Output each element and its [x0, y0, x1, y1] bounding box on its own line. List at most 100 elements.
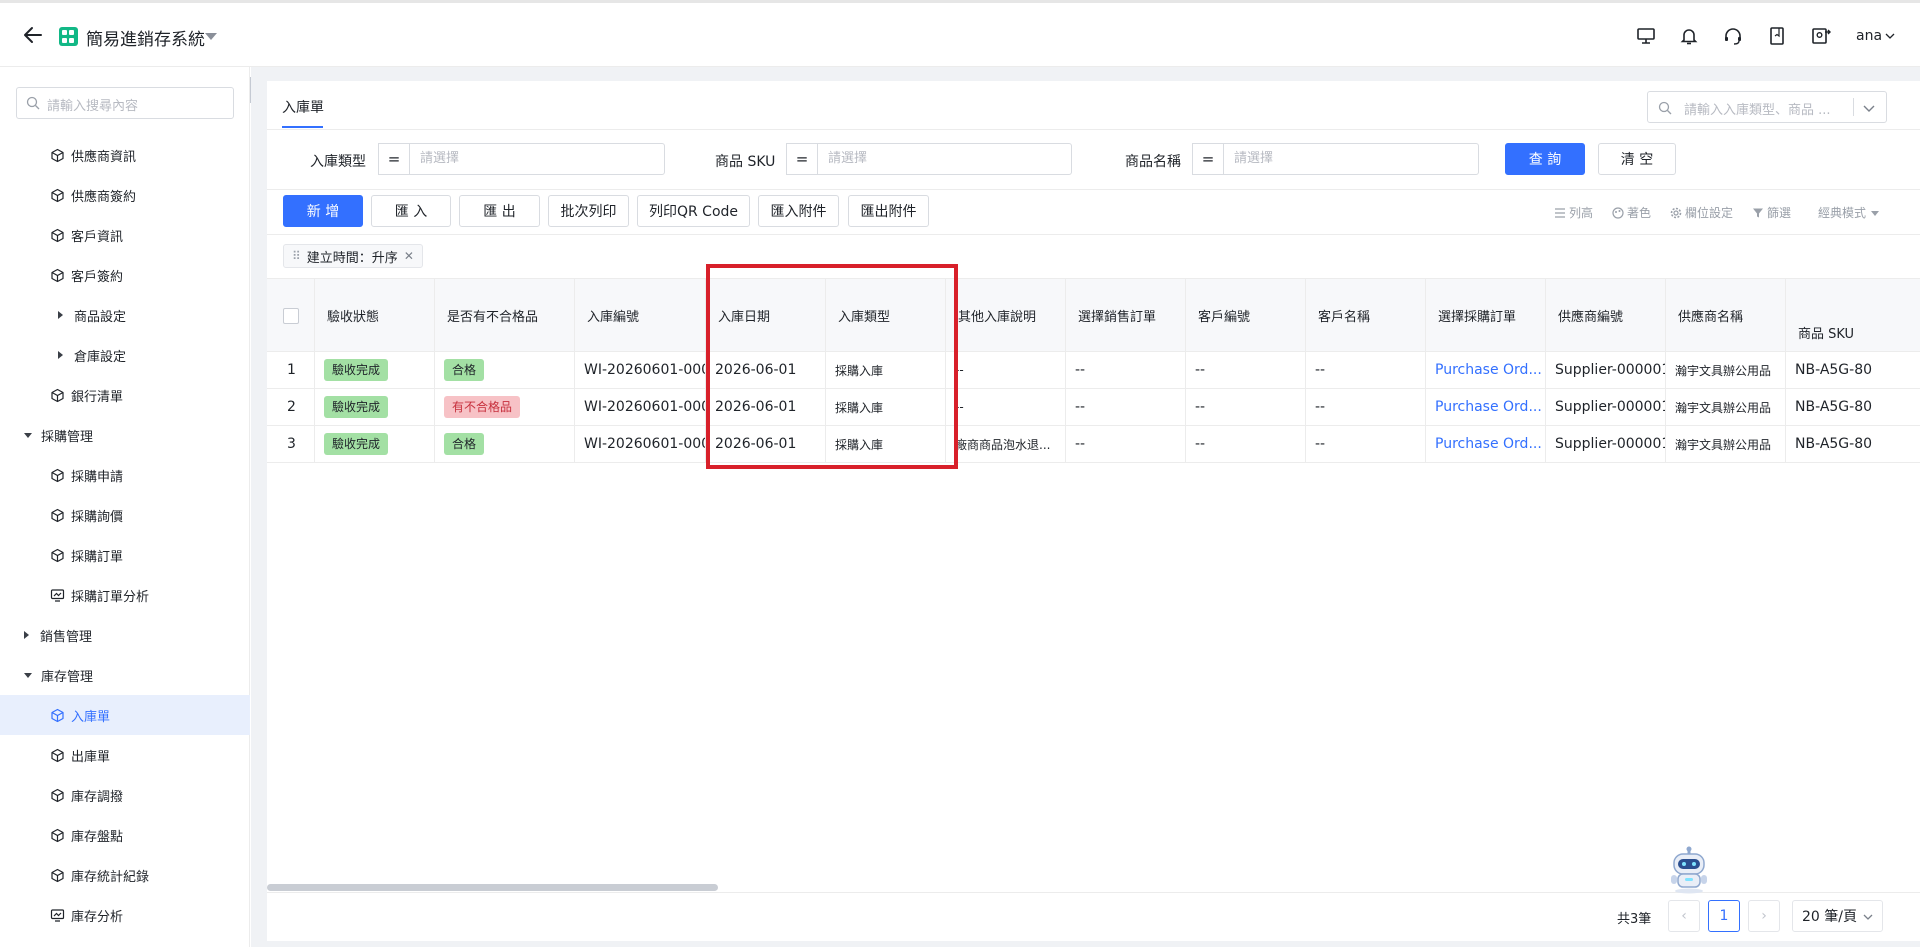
- sidebar-item-inventory-transfer[interactable]: 庫存調撥: [0, 775, 250, 815]
- close-icon[interactable]: ✕: [404, 249, 414, 263]
- cell-inbound-no: WI-20260601-000...: [575, 352, 706, 388]
- column-header-sku[interactable]: 商品 SKU: [1786, 279, 1920, 352]
- sort-chip[interactable]: ⠿ 建立時間：升序 ✕: [283, 244, 423, 268]
- sidebar-item-label: 出庫單: [71, 749, 111, 765]
- sidebar-item-purchase-management[interactable]: 採購管理: [0, 415, 250, 455]
- sidebar-item-outbound-order[interactable]: 出庫單: [0, 735, 250, 775]
- filter-tool[interactable]: 篩選: [1752, 204, 1791, 221]
- cell-purchase-order[interactable]: Purchase Ord...: [1426, 426, 1546, 462]
- sidebar-item-purchase-request[interactable]: 採購申請: [0, 455, 250, 495]
- caret-down-icon: [1871, 210, 1880, 216]
- cube-icon: [51, 388, 64, 402]
- filter-input-inbound-type[interactable]: 請選擇: [409, 143, 665, 175]
- cell-supplier-no: Supplier-000001: [1546, 389, 1666, 425]
- column-header-status[interactable]: 驗收狀態: [315, 279, 435, 352]
- filter-operator-product-name[interactable]: =: [1192, 143, 1223, 175]
- sidebar-item-inbound-order[interactable]: 入庫單: [0, 695, 250, 735]
- tab-inbound-order[interactable]: 入庫單: [282, 97, 324, 117]
- cell-other-desc: --: [946, 389, 1066, 425]
- chevron-down-icon[interactable]: [1862, 101, 1876, 115]
- table-row[interactable]: 1驗收完成合格WI-20260601-000...2026-06-01採購入庫-…: [267, 352, 1920, 389]
- filter-input-sku[interactable]: 請選擇: [817, 143, 1072, 175]
- app-switch-caret-icon[interactable]: [205, 33, 217, 40]
- cell-defect: 合格: [435, 426, 575, 462]
- table-row[interactable]: 3 驗收完成 合格 WI-20260601-000012026-06-01採購入庫廠商…: [267, 426, 1920, 463]
- filter-input-product-name[interactable]: 請選擇: [1223, 143, 1479, 175]
- cell-purchase-order[interactable]: Purchase Ord...: [1426, 389, 1546, 425]
- sidebar-item-inventory-count[interactable]: 庫存盤點: [0, 815, 250, 855]
- column-header-inbound-type[interactable]: 入庫類型: [826, 279, 946, 352]
- sidebar-item-purchase-inquiry[interactable]: 採購詢價: [0, 495, 250, 535]
- clear-button[interactable]: 清 空: [1598, 143, 1676, 175]
- sidebar-item-inventory-management[interactable]: 庫存管理: [0, 655, 250, 695]
- filter-operator-inbound-type[interactable]: =: [378, 143, 409, 175]
- export-user-icon[interactable]: [1811, 26, 1831, 46]
- drag-handle-icon[interactable]: ⠿: [292, 249, 301, 263]
- sidebar-item-product-settings[interactable]: 商品設定: [0, 295, 250, 335]
- next-page-button[interactable]: ›: [1748, 900, 1780, 932]
- bell-icon[interactable]: [1679, 26, 1699, 46]
- sidebar-search-input[interactable]: 請輸入搜尋內容: [16, 87, 234, 119]
- sidebar-item-sales-management[interactable]: 銷售管理: [0, 615, 250, 655]
- export-button[interactable]: 匯 出: [459, 195, 540, 227]
- import-attachment-button[interactable]: 匯入附件: [758, 195, 839, 227]
- column-header-customer-no[interactable]: 客戶編號: [1186, 279, 1306, 352]
- column-header-label: 驗收狀態: [327, 310, 380, 325]
- filter-label-inbound-type: 入庫類型: [310, 154, 366, 170]
- sidebar-item-label: 採購詢價: [71, 509, 124, 525]
- sidebar-item-inventory-analysis[interactable]: 庫存分析: [0, 895, 250, 935]
- sidebar-item-customer-contract[interactable]: 客戶簽約: [0, 255, 250, 295]
- cell-purchase-order[interactable]: Purchase Ord...: [1426, 352, 1546, 388]
- sidebar-item-supplier-contract[interactable]: 供應商簽約: [0, 175, 250, 215]
- sidebar-item-customer-info[interactable]: 客戶資訊: [0, 215, 250, 255]
- column-header-inbound-date[interactable]: 入庫日期: [706, 279, 826, 352]
- back-arrow-icon[interactable]: [22, 24, 44, 46]
- select-all-checkbox[interactable]: [283, 307, 299, 324]
- sidebar-item-purchase-order[interactable]: 採購訂單: [0, 535, 250, 575]
- page-1-button[interactable]: 1: [1708, 900, 1740, 932]
- color-tool[interactable]: 著色: [1612, 204, 1651, 221]
- cell-supplier-no: Supplier-000001: [1546, 426, 1666, 462]
- cell-defect: 有不合格品: [435, 389, 575, 425]
- column-header-defect[interactable]: 是否有不合格品: [435, 279, 575, 352]
- defect-badge: 合格: [444, 433, 485, 455]
- page-size-select[interactable]: 20 筆/頁: [1792, 900, 1883, 932]
- print-qr-button[interactable]: 列印QR Code: [637, 195, 750, 227]
- sidebar-item-purchase-order-analysis[interactable]: 採購訂單分析: [0, 575, 250, 615]
- view-mode-dropdown[interactable]: 經典模式: [1818, 204, 1881, 221]
- book-icon[interactable]: [1767, 26, 1787, 46]
- column-settings-tool[interactable]: 欄位設定: [1670, 204, 1733, 221]
- filter-operator-sku[interactable]: =: [786, 143, 817, 175]
- chevron-down-icon[interactable]: [1884, 30, 1896, 42]
- user-name[interactable]: ana: [1856, 28, 1882, 44]
- column-header-inbound-no[interactable]: 入庫編號: [575, 279, 706, 352]
- robot-assistant-icon[interactable]: [1666, 846, 1712, 894]
- add-button[interactable]: 新 增: [283, 195, 363, 227]
- sidebar-item-supplier-info[interactable]: 供應商資訊: [0, 135, 250, 175]
- column-header-supplier-name[interactable]: 供應商名稱: [1666, 279, 1786, 352]
- support-headset-icon[interactable]: [1723, 26, 1743, 46]
- sidebar-item-inventory-stats-record[interactable]: 庫存統計紀錄: [0, 855, 250, 895]
- horizontal-scrollbar[interactable]: [267, 884, 718, 891]
- record-search-input[interactable]: 請輸入入庫類型、商品 ...: [1647, 91, 1887, 123]
- prev-page-button[interactable]: ‹: [1668, 900, 1700, 932]
- table-row[interactable]: 2 驗收完成 有不合格品 WI-20260601-000...2026-06-01採購…: [267, 389, 1920, 426]
- column-header-other-desc[interactable]: 其他入庫說明: [946, 279, 1066, 352]
- column-header-supplier-no[interactable]: 供應商編號: [1546, 279, 1666, 352]
- row-index: 1: [267, 352, 315, 388]
- batch-print-button[interactable]: 批次列印: [548, 195, 629, 227]
- sidebar-item-bank-list[interactable]: 銀行清單: [0, 375, 250, 415]
- column-header-sales-order[interactable]: 選擇銷售訂單: [1066, 279, 1186, 352]
- cell-other-desc: 廠商商品泡水退...: [946, 426, 1066, 462]
- column-header-purchase-order[interactable]: 選擇採購訂單: [1426, 279, 1546, 352]
- sidebar-item-label: 供應商簽約: [71, 189, 137, 205]
- desktop-icon[interactable]: [1636, 26, 1656, 46]
- sidebar-item-warehouse-settings[interactable]: 倉庫設定: [0, 335, 250, 375]
- row-height-tool[interactable]: 列高: [1554, 204, 1593, 221]
- query-button[interactable]: 查 詢: [1505, 143, 1585, 175]
- filter-label-sku: 商品 SKU: [715, 154, 776, 170]
- app-title[interactable]: 簡易進銷存系統: [86, 25, 205, 50]
- import-button[interactable]: 匯 入: [371, 195, 451, 227]
- column-header-customer-name[interactable]: 客戶名稱: [1306, 279, 1426, 352]
- export-attachment-button[interactable]: 匯出附件: [848, 195, 929, 227]
